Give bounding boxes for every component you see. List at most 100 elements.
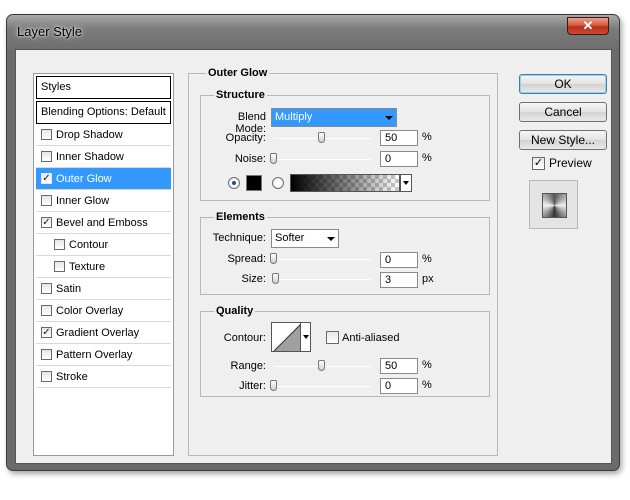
contour-curve-icon <box>273 324 300 351</box>
inner-shadow-checkbox[interactable] <box>41 151 52 162</box>
blend-mode-select[interactable]: Multiply <box>271 108 397 127</box>
jitter-label: Jitter: <box>239 380 266 392</box>
style-item-label: Drop Shadow <box>56 129 123 141</box>
inner-glow-checkbox[interactable] <box>41 195 52 206</box>
spread-field[interactable]: 0 <box>380 252 418 268</box>
style-item-label: Outer Glow <box>56 173 112 185</box>
drop-shadow-checkbox[interactable] <box>41 129 52 140</box>
style-preview <box>529 180 578 229</box>
style-item-label: Texture <box>69 261 106 273</box>
opacity-slider-thumb[interactable] <box>318 132 325 143</box>
structure-title: Structure <box>214 89 267 101</box>
elements-title: Elements <box>214 211 267 223</box>
technique-value: Softer <box>275 232 305 244</box>
style-item-satin[interactable]: Satin <box>36 278 171 300</box>
opacity-field[interactable]: 50 <box>380 130 418 146</box>
contour-label: Contour: <box>223 332 266 344</box>
anti-aliased-label: Anti-aliased <box>342 332 400 344</box>
blending-options-item[interactable]: Blending Options: Default <box>36 101 171 124</box>
quality-title: Quality <box>214 305 256 317</box>
style-item-label: Color Overlay <box>56 305 124 317</box>
style-item-label: Inner Shadow <box>56 151 124 163</box>
noise-slider-thumb[interactable] <box>270 153 277 164</box>
size-label: Size: <box>241 273 266 285</box>
style-item-contour[interactable]: Contour <box>36 234 171 256</box>
range-field[interactable]: 50 <box>380 358 418 374</box>
style-item-stroke[interactable]: Stroke <box>36 366 171 388</box>
new-style-button[interactable]: New Style... <box>519 130 607 150</box>
style-item-drop-shadow[interactable]: Drop Shadow <box>36 124 171 146</box>
noise-slider-track[interactable] <box>274 159 371 160</box>
style-item-bevel-emboss[interactable]: ✓ Bevel and Emboss <box>36 212 171 234</box>
style-item-label: Satin <box>56 283 82 295</box>
close-button[interactable]: ✕ <box>567 17 609 35</box>
size-slider-track[interactable] <box>274 279 371 280</box>
glow-color-swatch[interactable] <box>246 175 262 191</box>
style-item-label: Contour <box>69 239 109 251</box>
style-item-label: Stroke <box>56 371 88 383</box>
spread-slider-thumb[interactable] <box>270 253 277 264</box>
cancel-button[interactable]: Cancel <box>519 102 607 122</box>
style-item-gradient-overlay[interactable]: ✓ Gradient Overlay <box>36 322 171 344</box>
opacity-unit: % <box>422 131 432 143</box>
panel-title: Outer Glow <box>206 67 270 79</box>
style-item-label: Gradient Overlay <box>56 327 140 339</box>
style-item-pattern-overlay[interactable]: Pattern Overlay <box>36 344 171 366</box>
size-slider-thumb[interactable] <box>272 273 279 284</box>
layer-style-window: Layer Style ✕ Styles Blending Options: D… <box>6 14 620 471</box>
gradient-radio[interactable] <box>272 177 284 189</box>
style-item-color-overlay[interactable]: Color Overlay <box>36 300 171 322</box>
contour-preview[interactable] <box>271 322 301 352</box>
size-unit: px <box>422 273 434 285</box>
jitter-slider-track[interactable] <box>274 386 371 387</box>
style-item-label: Pattern Overlay <box>56 349 133 361</box>
window-title: Layer Style <box>17 24 83 39</box>
dialog-client-area: Styles Blending Options: Default Drop Sh… <box>15 49 612 464</box>
style-item-label: Bevel and Emboss <box>56 217 148 229</box>
solid-color-radio[interactable] <box>228 177 240 189</box>
style-item-inner-shadow[interactable]: Inner Shadow <box>36 146 171 168</box>
style-item-texture[interactable]: Texture <box>36 256 171 278</box>
contour-checkbox[interactable] <box>54 239 65 250</box>
preview-checkbox[interactable]: ✓ <box>532 157 545 170</box>
spread-label: Spread: <box>227 253 266 265</box>
spread-unit: % <box>422 253 432 265</box>
size-field[interactable]: 3 <box>380 272 418 288</box>
close-icon: ✕ <box>582 18 594 33</box>
range-slider-thumb[interactable] <box>318 360 325 371</box>
technique-select[interactable]: Softer <box>271 229 339 248</box>
spread-slider-track[interactable] <box>274 259 371 260</box>
anti-aliased-checkbox[interactable] <box>326 331 339 344</box>
title-bar[interactable]: Layer Style ✕ <box>7 15 619 49</box>
styles-list: Styles Blending Options: Default Drop Sh… <box>33 73 174 456</box>
range-label: Range: <box>230 360 266 372</box>
gradient-overlay-checkbox[interactable]: ✓ <box>41 327 52 338</box>
jitter-slider-thumb[interactable] <box>270 380 277 391</box>
noise-unit: % <box>422 152 432 164</box>
color-overlay-checkbox[interactable] <box>41 305 52 316</box>
jitter-unit: % <box>422 379 432 391</box>
ok-button[interactable]: OK <box>519 74 607 94</box>
noise-field[interactable]: 0 <box>380 151 418 167</box>
chevron-down-icon <box>385 116 393 120</box>
style-item-inner-glow[interactable]: Inner Glow <box>36 190 171 212</box>
satin-checkbox[interactable] <box>41 283 52 294</box>
style-item-outer-glow[interactable]: ✓ Outer Glow <box>36 168 171 190</box>
pattern-overlay-checkbox[interactable] <box>41 349 52 360</box>
preview-label: Preview <box>549 156 592 170</box>
texture-checkbox[interactable] <box>54 261 65 272</box>
contour-dropdown-button[interactable] <box>300 322 311 352</box>
range-unit: % <box>422 359 432 371</box>
noise-label: Noise: <box>234 153 266 165</box>
gradient-dropdown-button[interactable] <box>400 174 412 192</box>
style-item-label: Inner Glow <box>56 195 110 207</box>
stroke-checkbox[interactable] <box>41 371 52 382</box>
jitter-field[interactable]: 0 <box>380 378 418 394</box>
gradient-picker[interactable] <box>290 174 400 192</box>
blend-mode-value: Multiply <box>275 111 313 123</box>
bevel-emboss-checkbox[interactable]: ✓ <box>41 217 52 228</box>
opacity-label: Opacity: <box>225 132 266 144</box>
chevron-down-icon <box>327 237 335 241</box>
styles-header[interactable]: Styles <box>36 76 171 99</box>
outer-glow-checkbox[interactable]: ✓ <box>41 173 52 184</box>
